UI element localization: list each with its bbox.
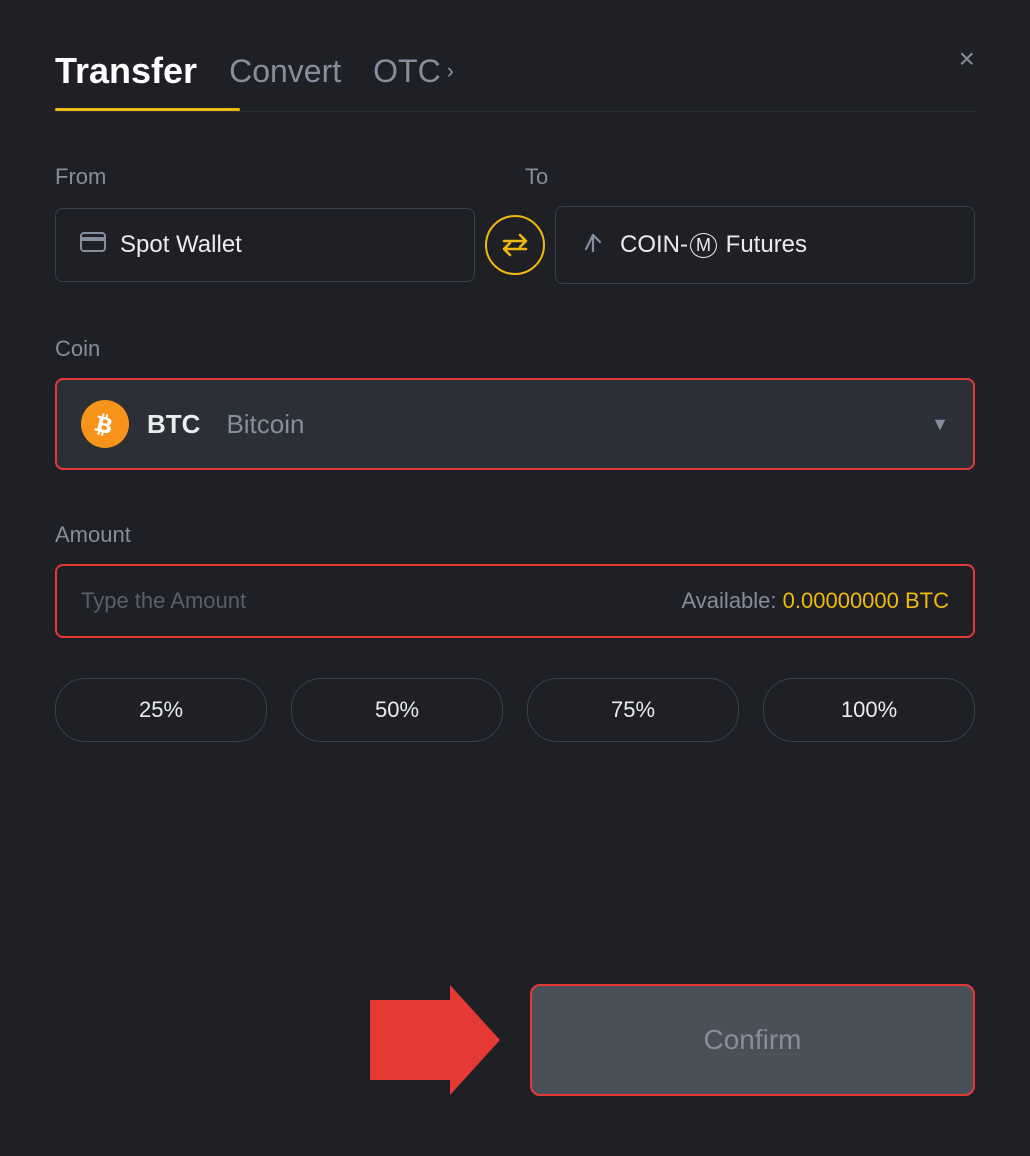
from-label: From — [55, 164, 505, 190]
confirm-button-wrapper: Confirm — [530, 984, 975, 1096]
to-label: To — [525, 164, 975, 190]
coin-selector[interactable]: BTC Bitcoin ▼ — [55, 378, 975, 470]
modal-header: Transfer Convert OTC › — [55, 50, 975, 92]
percentage-buttons: 25% 50% 75% 100% — [55, 678, 975, 742]
header-divider — [55, 111, 975, 112]
amount-label: Amount — [55, 522, 975, 548]
coin-label: Coin — [55, 336, 975, 362]
amount-placeholder[interactable]: Type the Amount — [81, 588, 246, 614]
transfer-modal: Transfer Convert OTC › × From To — [0, 0, 1030, 1156]
swap-button[interactable] — [485, 215, 545, 275]
amount-input-box: Type the Amount Available: 0.00000000 BT… — [55, 564, 975, 638]
futures-icon — [580, 229, 606, 261]
btc-icon — [81, 400, 129, 448]
from-to-inputs: Spot Wallet COIN-M Futures — [55, 206, 975, 284]
pct-25-button[interactable]: 25% — [55, 678, 267, 742]
amount-section: Amount Type the Amount Available: 0.0000… — [55, 522, 975, 638]
otc-chevron-icon: › — [447, 58, 454, 84]
from-to-labels: From To — [55, 164, 975, 190]
active-tab-underline — [55, 108, 240, 111]
pct-75-button[interactable]: 75% — [527, 678, 739, 742]
available-value: 0.00000000 BTC — [783, 588, 949, 613]
from-wallet-label: Spot Wallet — [120, 231, 242, 259]
confirm-button[interactable]: Confirm — [530, 984, 975, 1096]
tab-otc[interactable]: OTC › — [373, 53, 454, 90]
tab-convert[interactable]: Convert — [229, 53, 341, 90]
coin-symbol: BTC — [147, 409, 200, 440]
wallet-icon — [80, 232, 106, 258]
arrow-container — [55, 985, 530, 1095]
confirm-area: Confirm — [55, 984, 975, 1096]
tab-underline-container — [55, 108, 975, 111]
red-arrow-icon — [370, 985, 500, 1095]
close-button[interactable]: × — [959, 45, 975, 73]
coin-section: Coin BTC Bitcoin ▼ — [55, 336, 975, 470]
swap-button-container — [475, 215, 555, 275]
from-to-section: From To Spot Wallet — [55, 164, 975, 284]
pct-100-button[interactable]: 100% — [763, 678, 975, 742]
coin-dropdown-icon: ▼ — [931, 414, 949, 435]
pct-50-button[interactable]: 50% — [291, 678, 503, 742]
tab-transfer[interactable]: Transfer — [55, 50, 197, 92]
amount-available: Available: 0.00000000 BTC — [682, 588, 949, 614]
coin-full-name: Bitcoin — [226, 409, 304, 440]
from-wallet-selector[interactable]: Spot Wallet — [55, 208, 475, 282]
to-wallet-selector[interactable]: COIN-M Futures — [555, 206, 975, 284]
to-wallet-label: COIN-M Futures — [620, 231, 807, 259]
